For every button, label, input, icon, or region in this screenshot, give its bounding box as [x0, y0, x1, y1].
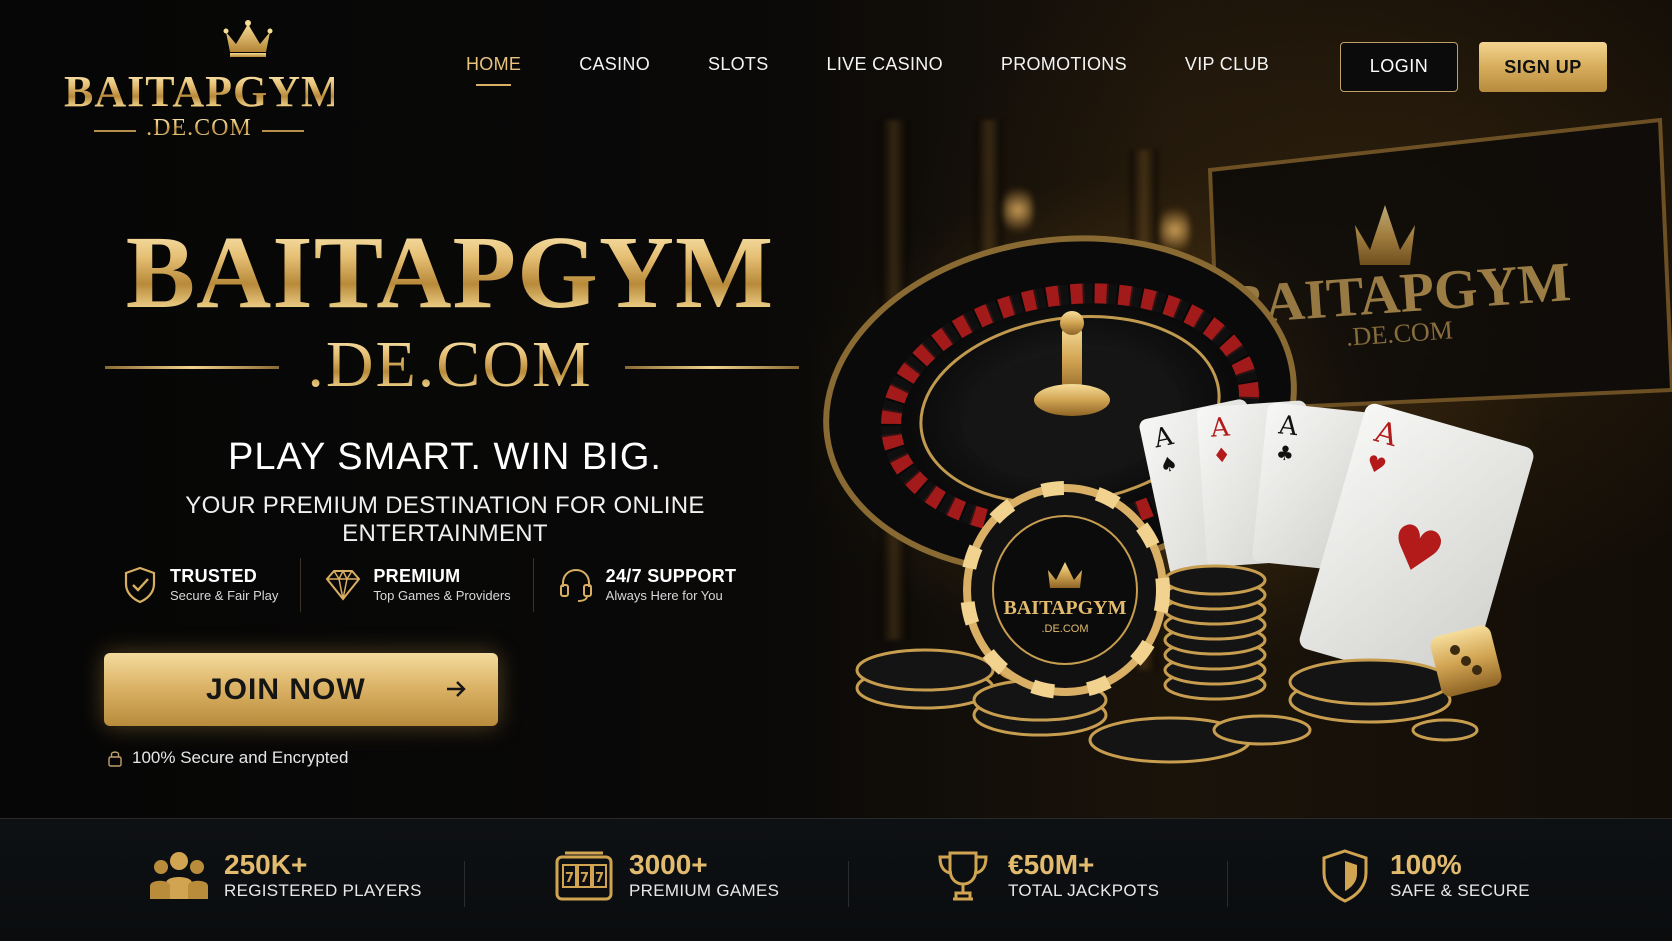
stat-label: SAFE & SECURE	[1390, 881, 1530, 900]
crown-icon	[223, 20, 273, 57]
logo-rule	[262, 130, 304, 132]
logo-name: BAITAPGYM	[64, 67, 344, 116]
stat-divider	[848, 861, 849, 907]
feature-title: TRUSTED	[170, 566, 258, 586]
site-logo[interactable]: BAITAPGYM .DE.COM	[64, 18, 344, 140]
stat-games: 7 7 7 3000+ PREMIUM GAMES	[553, 849, 779, 903]
svg-text:A: A	[1209, 412, 1232, 443]
logo-domain: .DE.COM	[64, 116, 334, 140]
logo-chip: BAITAPGYM .DE.COM	[960, 481, 1170, 699]
stat-jackpots: €50M+ TOTAL JACKPOTS	[932, 849, 1159, 903]
svg-text:♦: ♦	[1212, 442, 1232, 467]
svg-text:7: 7	[565, 871, 574, 886]
feature-title: 24/7 SUPPORT	[605, 566, 737, 586]
stat-label: REGISTERED PLAYERS	[224, 881, 422, 900]
hero-title: BAITAPGYM	[100, 218, 800, 328]
feature-sub: Top Games & Providers	[373, 588, 511, 603]
signup-button[interactable]: SIGN UP	[1479, 42, 1607, 92]
headset-icon	[559, 568, 592, 602]
stats-bar: 250K+ REGISTERED PLAYERS 7 7 7 3000+ PRE…	[0, 818, 1672, 941]
slot-machine-icon: 7 7 7	[555, 851, 613, 901]
trophy-icon	[938, 851, 988, 901]
stat-value: 100%	[1390, 849, 1462, 880]
secure-note: 100% Secure and Encrypted	[108, 748, 348, 768]
nav-home[interactable]: HOME	[466, 52, 521, 86]
chip-domain: .DE.COM	[1041, 623, 1088, 635]
hero-rule-right	[625, 366, 799, 369]
shield-icon	[1322, 849, 1368, 903]
landing-page: BAITAPGYM .DE.COM HOME CASINO SLOTS LIVE…	[0, 0, 1672, 941]
stat-label: TOTAL JACKPOTS	[1008, 881, 1160, 900]
feature-support: 24/7 SUPPORT Always Here for You	[556, 558, 759, 612]
casino-illustration: BAITAPGYM .DE.COM A ♠ A	[810, 117, 1672, 764]
svg-text:♣: ♣	[1275, 440, 1295, 466]
stat-value: 250K+	[224, 849, 308, 880]
diamond-icon	[326, 569, 361, 601]
arrow-right-icon	[447, 681, 466, 697]
nav-casino[interactable]: CASINO	[579, 52, 650, 76]
hero-tagline: PLAY SMART. WIN BIG.	[228, 436, 662, 478]
stat-label: PREMIUM GAMES	[629, 881, 780, 900]
users-icon	[150, 852, 208, 899]
nav-slots[interactable]: SLOTS	[708, 52, 769, 76]
stat-value: €50M+	[1008, 849, 1095, 880]
stat-players: 250K+ REGISTERED PLAYERS	[148, 849, 422, 903]
join-now-label: JOIN NOW	[206, 672, 366, 706]
secure-note-text: 100% Secure and Encrypted	[132, 748, 349, 767]
feature-trusted: TRUSTED Secure & Fair Play	[120, 558, 302, 612]
chip-name: BAITAPGYM	[1004, 597, 1127, 619]
login-button[interactable]: LOGIN	[1340, 42, 1458, 92]
nav-promotions[interactable]: PROMOTIONS	[1001, 52, 1127, 76]
feature-premium: PREMIUM Top Games & Providers	[323, 558, 534, 612]
main-nav: HOME CASINO SLOTS LIVE CASINO PROMOTIONS…	[466, 52, 1327, 86]
nav-vip-club[interactable]: VIP CLUB	[1185, 52, 1269, 76]
stat-value: 3000+	[629, 849, 708, 880]
lock-icon	[108, 751, 122, 767]
stat-divider	[464, 861, 465, 907]
svg-text:7: 7	[580, 871, 589, 886]
feature-sub: Always Here for You	[605, 588, 723, 603]
feature-list: TRUSTED Secure & Fair Play PREMIUM Top G…	[120, 558, 780, 612]
feature-title: PREMIUM	[373, 566, 461, 586]
feature-sub: Secure & Fair Play	[170, 588, 279, 603]
hero-domain: .DE.COM	[100, 330, 800, 400]
shield-check-icon	[124, 566, 156, 604]
hero-subline: YOUR PREMIUM DESTINATION FOR ONLINE ENTE…	[185, 492, 705, 547]
stat-safe: 100% SAFE & SECURE	[1314, 849, 1530, 903]
svg-text:7: 7	[595, 871, 604, 886]
join-now-button[interactable]: JOIN NOW	[104, 653, 498, 726]
stat-divider	[1227, 861, 1228, 907]
nav-live-casino[interactable]: LIVE CASINO	[827, 52, 943, 76]
